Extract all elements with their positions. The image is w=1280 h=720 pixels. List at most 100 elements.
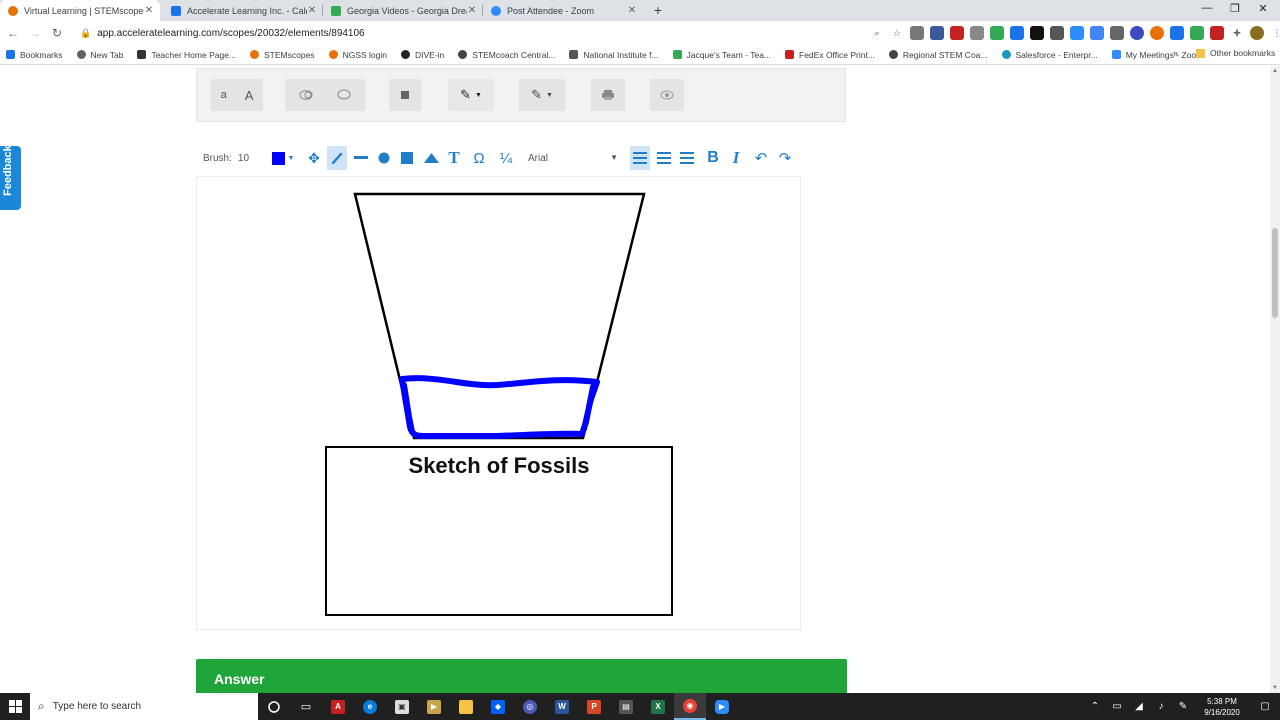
bookmark-item[interactable]: NGSS login <box>328 50 387 60</box>
taskbar-search-box[interactable]: ⌕ Type here to search <box>30 693 258 720</box>
close-tab-icon[interactable]: ✕ <box>144 5 154 16</box>
bookmarks-overflow-button[interactable]: » <box>1173 48 1178 58</box>
bookmark-item[interactable]: Bookmarks <box>6 50 63 60</box>
extension-arrow-icon[interactable] <box>990 26 1004 40</box>
align-left-icon[interactable] <box>630 146 650 170</box>
tray-chevron-icon[interactable]: ⌃ <box>1084 701 1106 712</box>
fraction-tool-icon[interactable]: ¼ <box>497 146 515 170</box>
back-arrow-icon[interactable]: ← <box>2 22 24 44</box>
extension-g-icon[interactable] <box>970 26 984 40</box>
edge-taskbar-icon[interactable]: e <box>354 693 386 720</box>
link-extension-icon[interactable] <box>1170 26 1184 40</box>
cortana-icon[interactable] <box>258 693 290 720</box>
close-window-button[interactable]: ✕ <box>1246 2 1280 18</box>
settings-taskbar-icon[interactable]: ◎ <box>514 693 546 720</box>
dropbox-taskbar-icon[interactable]: ◆ <box>482 693 514 720</box>
start-button[interactable] <box>0 693 30 720</box>
answer-section-header[interactable]: Answer <box>196 659 847 693</box>
reload-icon[interactable]: ↻ <box>46 22 68 44</box>
rectangle-tool-icon[interactable] <box>399 146 415 170</box>
text-tool-icon[interactable]: T <box>446 146 462 170</box>
zoom-taskbar-icon[interactable]: ▶ <box>706 693 738 720</box>
media-taskbar-icon[interactable]: ▶ <box>418 693 450 720</box>
pen-icon[interactable]: ✎ <box>1172 701 1194 712</box>
new-tab-button[interactable]: + <box>650 2 666 18</box>
tab-zoom[interactable]: Post Attendee - Zoom ✕ <box>483 0 643 21</box>
comment-bubble-icon[interactable] <box>337 89 351 101</box>
circle-tool-icon[interactable] <box>376 146 392 170</box>
extension-b-icon[interactable] <box>1150 26 1164 40</box>
bookmark-item[interactable]: STEMcoach Central... <box>458 50 555 60</box>
bookmark-item[interactable]: New Tab <box>76 50 123 60</box>
feedback-tab[interactable]: Feedback <box>0 145 21 210</box>
color-picker[interactable]: ▼ <box>270 146 296 170</box>
file-explorer-icon[interactable] <box>450 693 482 720</box>
menu-kebab-icon[interactable]: ⋮ <box>1270 26 1280 40</box>
forward-arrow-icon[interactable]: → <box>24 22 46 44</box>
drawing-canvas[interactable]: Sketch of Fossils <box>196 176 801 630</box>
kami-extension-icon[interactable] <box>1130 26 1144 40</box>
scroll-up-arrow-icon[interactable]: ▲ <box>1271 68 1279 74</box>
bookmark-item[interactable]: STEMscopes <box>250 50 315 60</box>
bookmark-item[interactable]: FedEx Office Print... <box>785 50 875 60</box>
eraser-button[interactable] <box>389 79 421 111</box>
preview-button[interactable] <box>650 79 684 111</box>
address-bar[interactable]: 🔒 app.acceleratelearning.com/scopes/2003… <box>72 23 892 43</box>
align-center-icon[interactable] <box>655 146 673 170</box>
undo-icon[interactable]: ↶ <box>753 146 769 170</box>
italic-button[interactable]: I <box>728 146 744 170</box>
align-right-icon[interactable] <box>678 146 696 170</box>
page-scrollbar[interactable]: ▲ ▼ <box>1270 66 1280 693</box>
bookmark-item[interactable]: Teacher Home Page... <box>137 50 236 60</box>
extension-square-icon[interactable] <box>1030 26 1044 40</box>
star-bookmark-icon[interactable]: ☆ <box>890 26 904 40</box>
excel-taskbar-icon[interactable]: X <box>642 693 674 720</box>
taskbar-clock[interactable]: 5:38 PM 9/16/2020 <box>1194 696 1250 718</box>
highlight-icon[interactable] <box>299 90 313 100</box>
close-tab-icon[interactable]: ✕ <box>467 5 477 16</box>
extension-red-icon[interactable] <box>1210 26 1224 40</box>
bookmark-item[interactable]: Salesforce - Enterpr... <box>1001 50 1098 60</box>
word-taskbar-icon[interactable]: W <box>546 693 578 720</box>
acrobat-extension-icon[interactable] <box>950 26 964 40</box>
scrollbar-thumb[interactable] <box>1272 228 1278 318</box>
volume-icon[interactable]: ♪ <box>1150 701 1172 712</box>
line-tool-icon[interactable] <box>353 146 369 170</box>
extension-gear-icon[interactable] <box>910 26 924 40</box>
move-tool-icon[interactable]: ✥ <box>306 146 322 170</box>
bookmark-item[interactable]: DIVE-in <box>400 50 444 60</box>
chrome-taskbar-icon[interactable]: ◉ <box>674 693 706 720</box>
battery-icon[interactable]: ▭ <box>1106 701 1128 712</box>
profile-avatar[interactable] <box>1250 26 1264 40</box>
store-taskbar-icon[interactable]: ▣ <box>386 693 418 720</box>
brush-tool-icon[interactable] <box>327 146 347 170</box>
scroll-down-arrow-icon[interactable]: ▼ <box>1271 685 1279 691</box>
redo-icon[interactable]: ↷ <box>777 146 793 170</box>
extension-puzzle-icon[interactable] <box>1010 26 1024 40</box>
bold-button[interactable]: B <box>705 146 721 170</box>
edit-dropdown[interactable]: ✎ ▼ <box>519 79 565 111</box>
triangle-tool-icon[interactable] <box>422 146 440 170</box>
extension-doc-icon[interactable] <box>930 26 944 40</box>
extension-video-icon[interactable] <box>1070 26 1084 40</box>
extension-record-icon[interactable] <box>1050 26 1064 40</box>
brush-size-control[interactable]: Brush: 10 <box>203 146 249 170</box>
omega-symbol-icon[interactable]: Ω <box>471 146 487 170</box>
extension-check-icon[interactable] <box>1190 26 1204 40</box>
text-larger-button[interactable]: A <box>245 88 254 103</box>
extensions-puzzle-icon[interactable]: ✚ <box>1230 26 1244 40</box>
acrobat-taskbar-icon[interactable]: A <box>322 693 354 720</box>
font-family-select[interactable]: Arial ▼ <box>522 147 624 169</box>
brush-dropdown[interactable]: ✎ ▼ <box>448 79 494 111</box>
text-smaller-button[interactable]: a <box>221 89 227 101</box>
bookmark-item[interactable]: National Institute f... <box>569 50 659 60</box>
extension-translate-icon[interactable] <box>1090 26 1104 40</box>
tab-calendar[interactable]: Accelerate Learning Inc. - Calendar ✕ <box>163 0 323 21</box>
close-tab-icon[interactable]: ✕ <box>307 5 317 16</box>
notifications-icon[interactable]: ▢ <box>1250 701 1280 712</box>
bookmark-item[interactable]: Regional STEM Coa... <box>888 50 988 60</box>
bookmark-item[interactable]: My Meetings - Zoom <box>1111 50 1203 60</box>
tab-georgia-videos[interactable]: Georgia Videos - Georgia Dreams ✕ <box>323 0 483 21</box>
remote-desktop-icon[interactable]: ▤ <box>610 693 642 720</box>
task-view-icon[interactable]: ▭ <box>290 693 322 720</box>
